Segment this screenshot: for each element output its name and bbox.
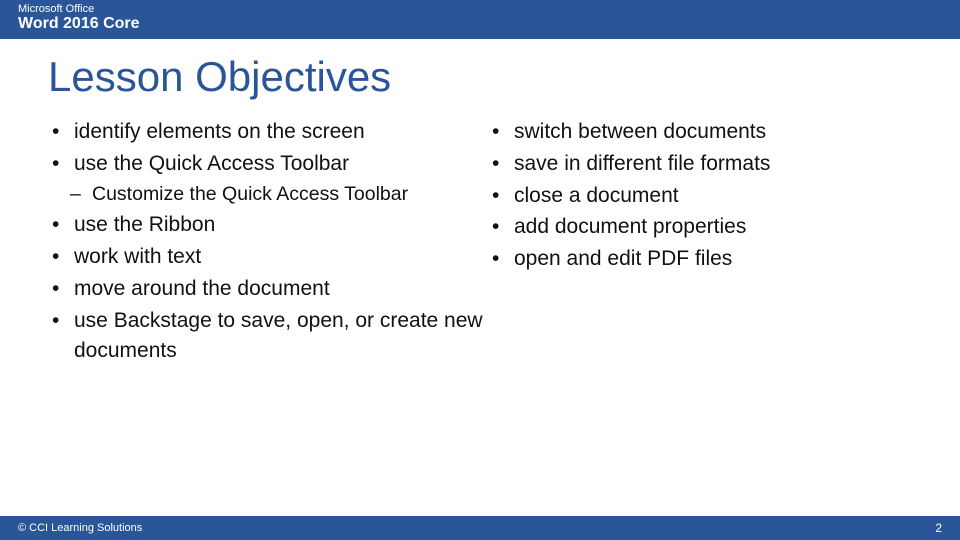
list-item-text: move around the document — [74, 277, 330, 300]
list-item-text: identify elements on the screen — [74, 120, 365, 143]
list-item: work with text — [48, 242, 488, 272]
left-column: identify elements on the screen use the … — [48, 117, 488, 367]
slide-title: Lesson Objectives — [0, 39, 960, 117]
objectives-list-right: switch between documents save in differe… — [488, 117, 908, 274]
slide: Microsoft Office Word 2016 Core Lesson O… — [0, 0, 960, 540]
objectives-list-left: identify elements on the screen use the … — [48, 117, 488, 179]
list-item-text: switch between documents — [514, 120, 766, 143]
product-label: Word 2016 Core — [0, 15, 960, 39]
list-item-text: use Backstage to save, open, or create n… — [74, 309, 483, 362]
list-item-text: add document properties — [514, 215, 746, 238]
page-number: 2 — [935, 521, 942, 535]
list-item: open and edit PDF files — [488, 244, 908, 274]
list-item-text: work with text — [74, 245, 201, 268]
content-area: identify elements on the screen use the … — [0, 117, 960, 367]
list-item-text: open and edit PDF files — [514, 247, 732, 270]
objectives-list-left-cont: use the Ribbon work with text move aroun… — [48, 210, 488, 365]
list-item-text: save in different file formats — [514, 152, 770, 175]
sub-list-item: Customize the Quick Access Toolbar — [48, 181, 488, 209]
list-item: save in different file formats — [488, 149, 908, 179]
header-band: Microsoft Office Word 2016 Core — [0, 0, 960, 39]
brand-label: Microsoft Office — [0, 0, 960, 15]
list-item: move around the document — [48, 274, 488, 304]
list-item-text: use the Quick Access Toolbar — [74, 152, 349, 175]
list-item: add document properties — [488, 212, 908, 242]
sub-list-item-text: Customize the Quick Access Toolbar — [92, 183, 408, 205]
footer-copyright: © CCI Learning Solutions — [18, 522, 142, 534]
list-item-text: close a document — [514, 184, 679, 207]
list-item: use the Quick Access Toolbar — [48, 149, 488, 179]
list-item: use the Ribbon — [48, 210, 488, 240]
list-item: switch between documents — [488, 117, 908, 147]
footer-band: © CCI Learning Solutions 2 — [0, 516, 960, 540]
list-item: identify elements on the screen — [48, 117, 488, 147]
right-column: switch between documents save in differe… — [488, 117, 908, 367]
list-item: use Backstage to save, open, or create n… — [48, 306, 488, 366]
list-item-text: use the Ribbon — [74, 213, 215, 236]
objectives-sublist: Customize the Quick Access Toolbar — [48, 181, 488, 209]
list-item: close a document — [488, 181, 908, 211]
